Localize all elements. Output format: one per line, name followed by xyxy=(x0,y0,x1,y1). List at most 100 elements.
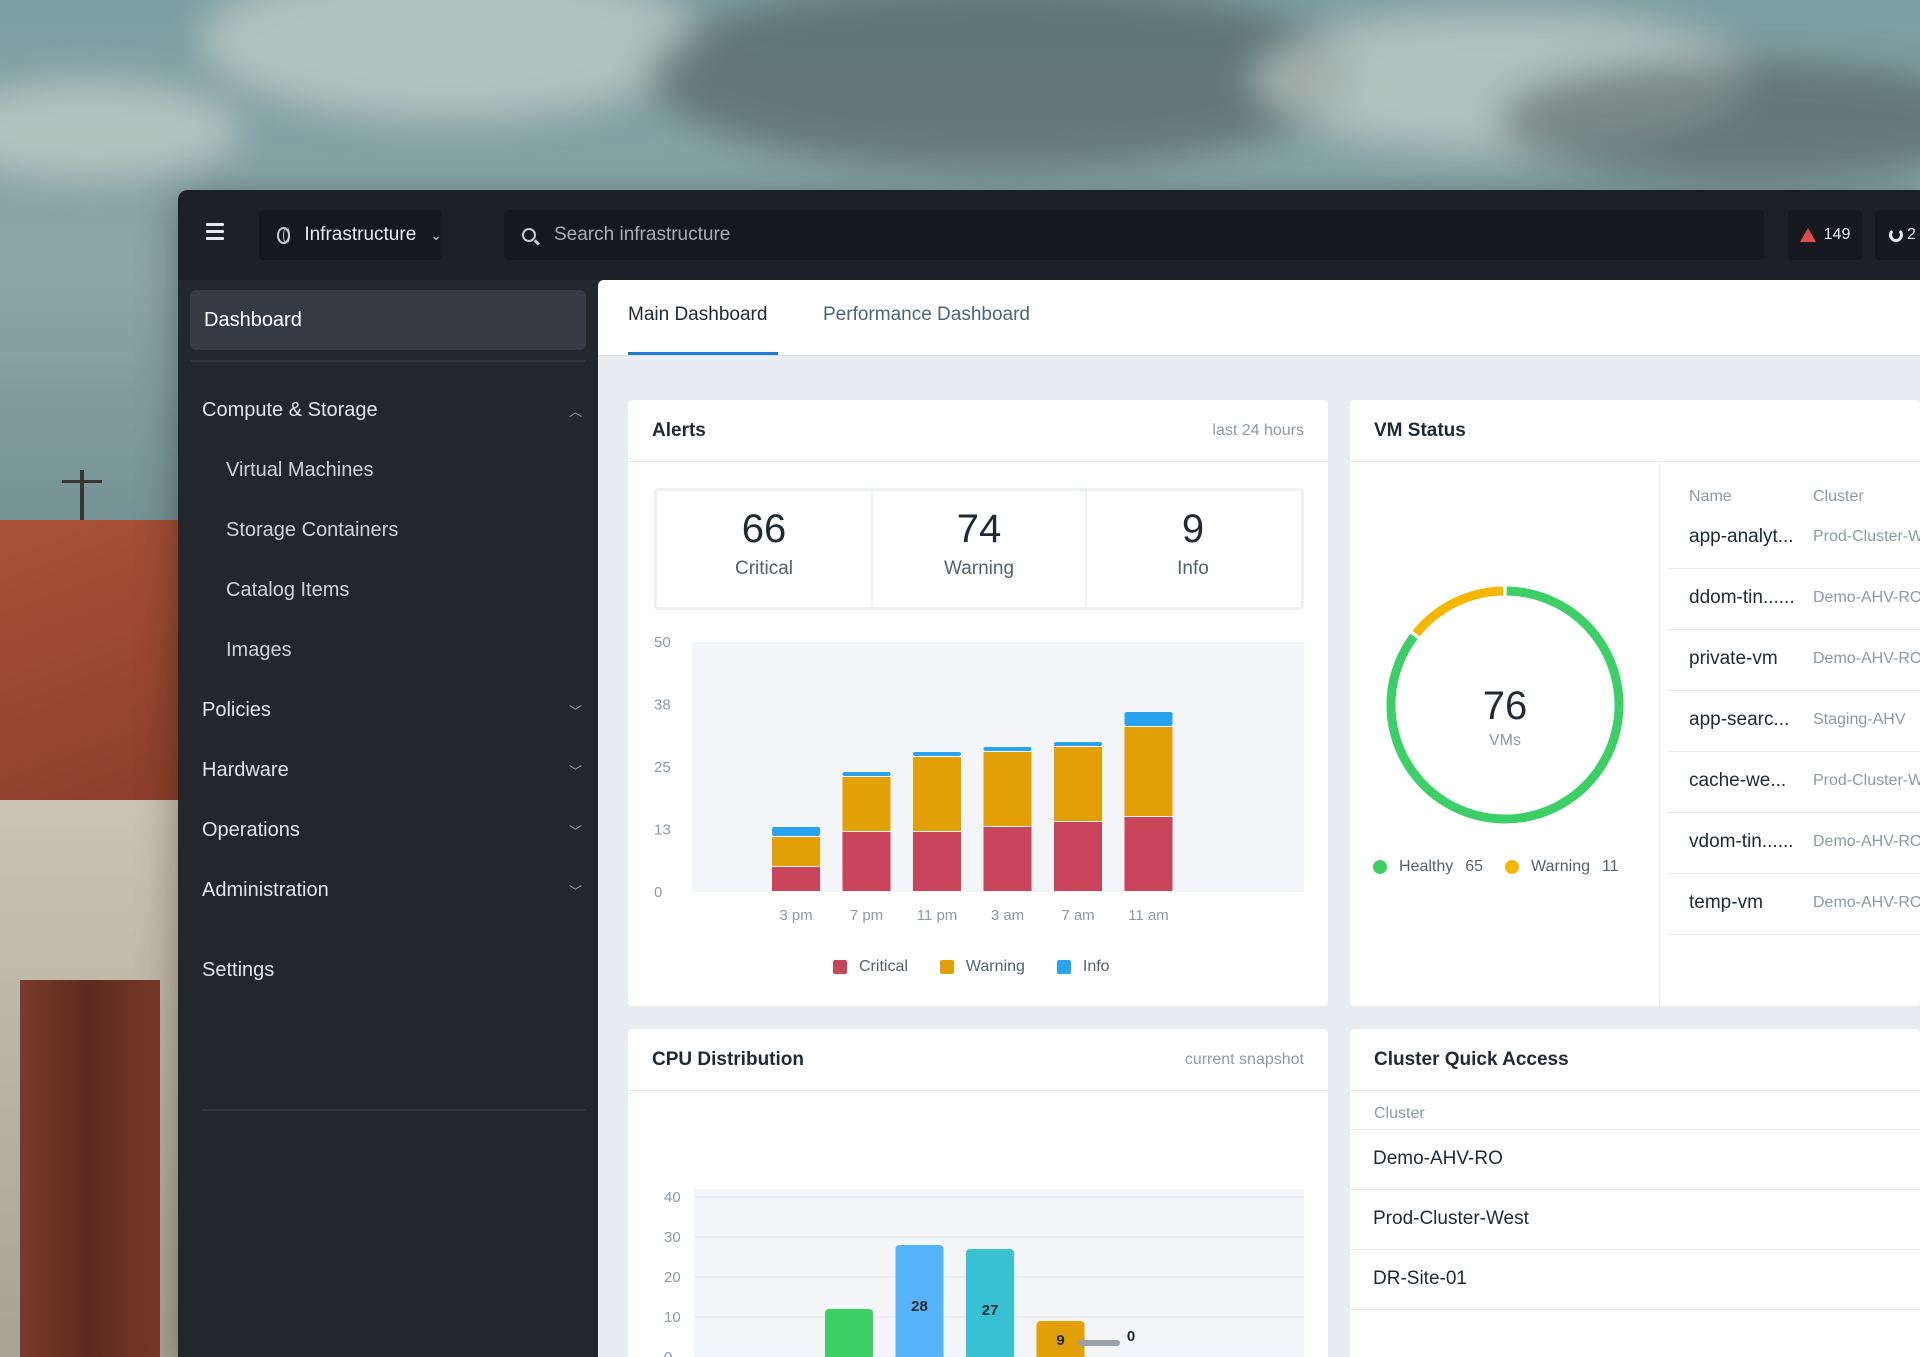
card-title: Cluster Quick Access xyxy=(1374,1049,1569,1070)
bar-segment-info[interactable] xyxy=(842,772,891,776)
alerts-count: 149 xyxy=(1823,226,1851,243)
data-label: 9 xyxy=(1056,1332,1064,1349)
donut-slice-warning[interactable] xyxy=(1412,586,1504,637)
alerts-indicator-button[interactable]: 149 xyxy=(1788,210,1862,260)
bar-segment-warning[interactable] xyxy=(842,777,891,831)
warning-stat[interactable]: 74 Warning xyxy=(871,491,1085,607)
search-input[interactable] xyxy=(554,224,1654,246)
sidebar-item-images[interactable]: Images xyxy=(226,630,606,670)
x-tick-label: 3 pm xyxy=(779,907,812,924)
x-tick-label: 11 pm xyxy=(917,907,958,924)
hamburger-menu-icon[interactable] xyxy=(206,223,224,241)
table-row[interactable]: cache-we... Prod-Cluster-W xyxy=(1667,752,1920,813)
bar-segment-warning[interactable] xyxy=(983,752,1032,826)
vm-name[interactable]: private-vm xyxy=(1689,648,1801,670)
legend-item-healthy[interactable]: Healthy 65 xyxy=(1373,858,1483,876)
bar-segment-warning[interactable] xyxy=(1124,727,1173,816)
legend-item-info[interactable]: Info xyxy=(1056,958,1110,976)
vm-name[interactable]: app-analyt... xyxy=(1689,526,1801,548)
card-subtitle: current snapshot xyxy=(1184,1051,1304,1068)
vm-name[interactable]: temp-vm xyxy=(1689,892,1801,914)
tab-main-dashboard[interactable]: Main Dashboard xyxy=(628,304,767,326)
sidebar-divider xyxy=(202,1109,586,1111)
tasks-count: 2 xyxy=(1907,226,1916,243)
bar-segment-warning[interactable] xyxy=(913,757,961,831)
sidebar-item-policies[interactable]: Policies ﹀ xyxy=(202,690,582,730)
bar-segment-info[interactable] xyxy=(1054,742,1102,746)
sidebar-item-dashboard[interactable]: Dashboard xyxy=(190,290,586,350)
legend-item-warning[interactable]: Warning xyxy=(939,958,1025,976)
sidebar-item-label: Storage Containers xyxy=(226,518,399,541)
alerts-legend: Critical Warning Info xyxy=(833,958,1142,976)
critical-count: 66 xyxy=(741,507,787,551)
vm-name[interactable]: ddom-tin...... xyxy=(1689,587,1801,609)
bar-segment-critical[interactable] xyxy=(913,832,961,891)
vm-cluster: Demo-AHV-RO xyxy=(1813,894,1920,911)
bar-segment-critical[interactable] xyxy=(1124,817,1173,891)
cluster-quick-access-card: Cluster Quick Access Cluster Demo-AHV-RO… xyxy=(1350,1029,1920,1357)
list-item[interactable]: Demo-AHV-RO xyxy=(1350,1130,1920,1190)
healthy-dot xyxy=(1373,860,1387,874)
legend-item-warning[interactable]: Warning 11 xyxy=(1505,858,1619,876)
vm-name[interactable]: cache-we... xyxy=(1689,770,1801,792)
scroll-handle[interactable] xyxy=(1078,1340,1120,1346)
list-item[interactable]: DR-Site-01 xyxy=(1350,1250,1920,1310)
search-bar[interactable] xyxy=(504,210,1764,260)
globe-icon xyxy=(277,226,291,244)
y-tick-label: 40 xyxy=(664,1189,681,1206)
table-row[interactable]: temp-vm Demo-AHV-RO xyxy=(1667,874,1920,935)
active-tab-indicator xyxy=(628,352,778,355)
table-row[interactable]: app-searc... Staging-AHV xyxy=(1667,691,1920,752)
cpu-distribution-card: CPU Distribution current snapshot 40 30 20… xyxy=(628,1029,1328,1357)
bar-segment-critical[interactable] xyxy=(1054,822,1102,891)
bar-segment-info[interactable] xyxy=(1124,712,1173,726)
cpu-bar[interactable] xyxy=(825,1309,873,1357)
tab-performance-dashboard[interactable]: Performance Dashboard xyxy=(823,304,1030,326)
vm-name[interactable]: app-searc... xyxy=(1689,709,1801,731)
bar-segment-critical[interactable] xyxy=(983,827,1032,891)
column-header-name[interactable]: Name xyxy=(1689,488,1732,506)
table-row[interactable]: private-vm Demo-AHV-RO xyxy=(1667,630,1920,691)
alerts-card: Alerts last 24 hours 66 Critical 74 Warn… xyxy=(628,400,1328,1006)
sidebar-item-administration[interactable]: Administration ﹀ xyxy=(202,870,582,910)
sidebar: Dashboard Compute & Storage ︿ Virtual Ma… xyxy=(178,280,598,1357)
list-item[interactable]: Prod-Cluster-West xyxy=(1350,1190,1920,1250)
bar-segment-critical[interactable] xyxy=(842,832,891,891)
alert-summary: 66 Critical 74 Warning 9 Info xyxy=(654,488,1304,610)
sidebar-item-catalog-items[interactable]: Catalog Items xyxy=(226,570,606,610)
bar-segment-critical[interactable] xyxy=(772,867,820,891)
y-tick-label: 25 xyxy=(654,759,671,776)
spinner-icon xyxy=(1889,228,1903,242)
bar-segment-info[interactable] xyxy=(913,752,961,756)
sidebar-item-label: Catalog Items xyxy=(226,578,350,601)
x-tick-label: 7 am xyxy=(1061,907,1094,924)
sidebar-item-label: Dashboard xyxy=(204,308,302,331)
bar-segment-warning[interactable] xyxy=(772,837,820,866)
table-row[interactable]: app-analyt... Prod-Cluster-W xyxy=(1667,508,1920,569)
app-switcher-dropdown[interactable]: Infrastructure ⌄ xyxy=(259,210,442,260)
legend-item-critical[interactable]: Critical xyxy=(833,958,908,976)
sidebar-item-label: Policies xyxy=(202,698,271,721)
info-stat[interactable]: 9 Info xyxy=(1085,491,1299,607)
tasks-indicator-button[interactable]: 2 xyxy=(1875,210,1920,260)
search-icon xyxy=(522,228,536,242)
bar-segment-info[interactable] xyxy=(772,827,820,836)
donut-center-label: VMs xyxy=(1489,732,1521,749)
sidebar-item-settings[interactable]: Settings xyxy=(202,950,582,990)
vm-name[interactable]: vdom-tin...... xyxy=(1689,831,1801,853)
sidebar-item-hardware[interactable]: Hardware ﹀ xyxy=(202,750,582,790)
top-bar: Infrastructure ⌄ 149 2 xyxy=(178,190,1920,280)
vm-cluster: Demo-AHV-RO xyxy=(1813,589,1920,606)
bar-segment-info[interactable] xyxy=(983,747,1032,751)
sidebar-item-compute-storage[interactable]: Compute & Storage ︿ xyxy=(202,390,582,430)
sidebar-item-virtual-machines[interactable]: Virtual Machines xyxy=(226,450,606,490)
chevron-down-icon: ﹀ xyxy=(568,823,582,839)
bar-segment-warning[interactable] xyxy=(1054,747,1102,821)
sidebar-item-label: Operations xyxy=(202,818,300,841)
sidebar-item-storage-containers[interactable]: Storage Containers xyxy=(226,510,606,550)
table-row[interactable]: ddom-tin...... Demo-AHV-RO xyxy=(1667,569,1920,630)
table-row[interactable]: vdom-tin...... Demo-AHV-RO xyxy=(1667,813,1920,874)
sidebar-item-operations[interactable]: Operations ﹀ xyxy=(202,810,582,850)
column-header-cluster[interactable]: Cluster xyxy=(1813,488,1864,506)
critical-stat[interactable]: 66 Critical xyxy=(657,491,871,607)
